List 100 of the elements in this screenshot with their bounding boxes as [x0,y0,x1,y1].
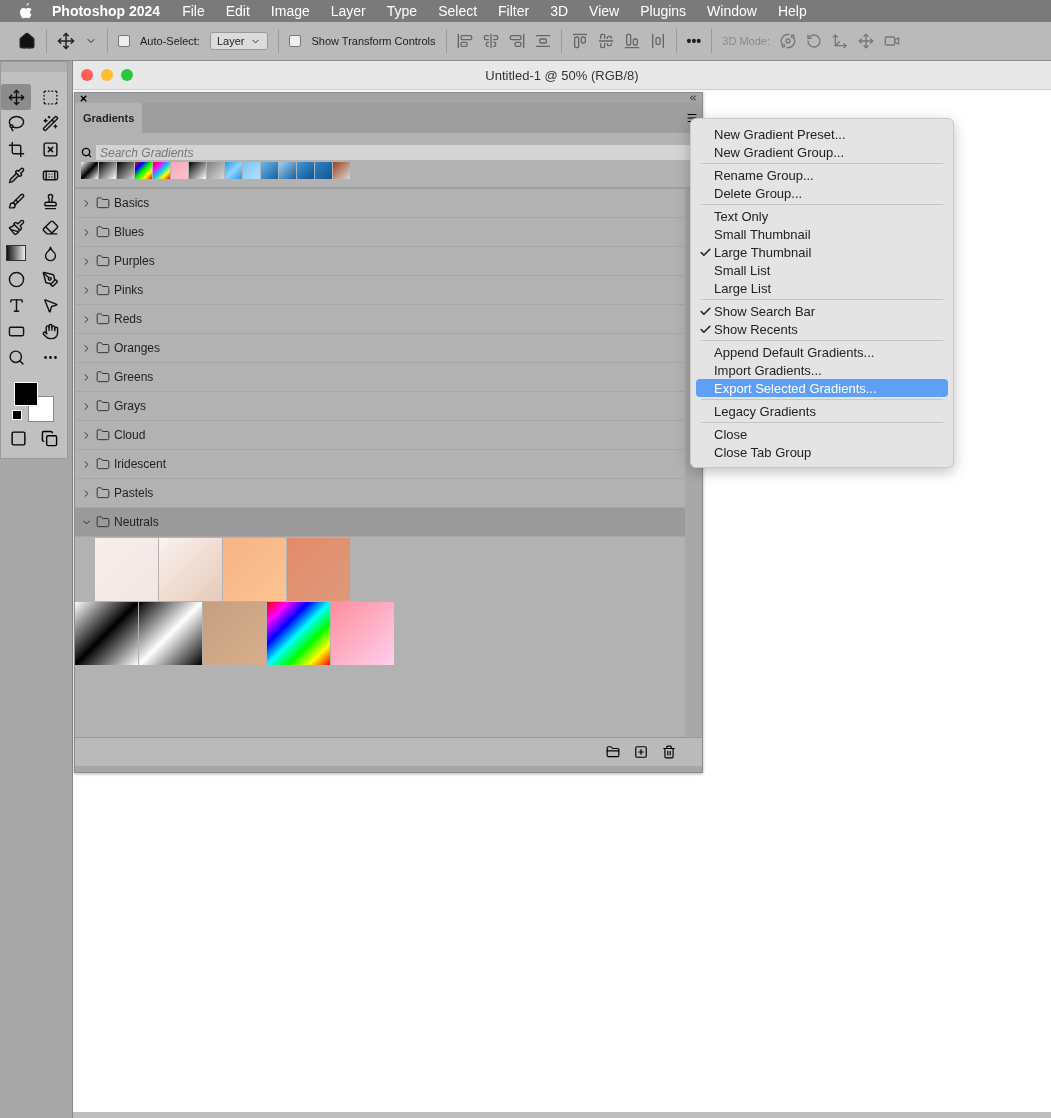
trash-icon[interactable] [662,745,676,759]
menu-item[interactable]: Window [707,3,757,19]
gradient-group[interactable]: Iridescent [75,450,685,479]
gradient-group[interactable]: Grays [75,392,685,421]
lasso-icon[interactable] [7,114,25,132]
menu-item[interactable]: Select [438,3,478,19]
apple-logo-icon[interactable] [18,2,34,20]
gradient-swatch[interactable] [153,162,170,179]
color-swatches-drawing[interactable] [12,380,56,424]
gradient-swatch[interactable] [261,162,278,179]
menu-item[interactable]: Rename Group... [696,166,948,184]
checkbox[interactable] [118,35,130,47]
gradient-group[interactable]: Purples [75,247,685,276]
menu-item[interactable]: Append Default Gradients... [696,343,948,361]
align-icon[interactable] [649,33,666,49]
gradient-thumbnail[interactable] [159,538,222,601]
stamp-icon[interactable] [41,192,59,210]
gradient-thumbnail[interactable] [223,538,286,601]
gradient-group[interactable]: Greens [75,363,685,392]
gradient-thumbnail[interactable] [287,538,350,601]
menu-item[interactable]: Close Tab Group [696,443,948,461]
gradient-swatch[interactable] [297,162,314,179]
gradient-swatch[interactable] [243,162,260,179]
menu-item[interactable]: Layer [330,3,366,19]
gradient-thumbnail[interactable] [267,602,330,665]
new-gradient-icon[interactable] [634,745,648,759]
gradient-group[interactable]: Neutrals [75,508,685,537]
menu-item[interactable]: Small List [696,261,948,279]
gradient-swatch[interactable] [99,162,116,179]
gradient-swatch[interactable] [117,162,134,179]
gradient-group[interactable]: Oranges [75,334,685,363]
menu-item[interactable]: Edit [225,3,250,19]
collapse-icon[interactable] [688,93,698,103]
gradient-swatch[interactable] [171,162,188,179]
gradient-thumbnail[interactable] [139,602,202,665]
menu-item[interactable]: Large List [696,279,948,297]
gradient-swatch[interactable] [333,162,350,179]
menu-item[interactable]: Legacy Gradients [696,402,948,420]
gradient-group[interactable]: Pinks [75,276,685,305]
gradient-swatch[interactable] [279,162,296,179]
crop-icon[interactable] [7,140,25,158]
align-icon[interactable] [534,33,551,49]
gradient-swatch[interactable] [81,162,98,179]
app-menu[interactable]: Photoshop 2024 [52,3,161,19]
menu-icon[interactable] [686,112,698,124]
zoom-icon[interactable] [7,348,25,366]
menu-item[interactable]: Text Only [696,207,948,225]
quick-mask-icon[interactable] [10,430,27,447]
align-icon[interactable] [623,33,640,49]
move-icon[interactable] [7,88,25,106]
move-icon[interactable] [57,32,75,50]
home-icon[interactable] [18,32,36,50]
menu-item[interactable]: Show Search Bar [696,302,948,320]
layer-dropdown[interactable]: Layer [209,32,269,50]
gradient-thumbnail[interactable] [331,602,394,665]
marquee-icon[interactable] [41,88,59,106]
gradient-thumbnail[interactable] [203,602,266,665]
gradient-group[interactable]: Reds [75,305,685,334]
gradient-swatch[interactable] [189,162,206,179]
align-icon[interactable] [456,33,473,49]
folder-icon[interactable] [606,745,620,759]
menu-item[interactable]: View [589,3,620,19]
close-icon[interactable] [79,93,88,103]
text-icon[interactable] [7,296,25,314]
gradient-swatch[interactable] [207,162,224,179]
more-button[interactable]: ••• [686,33,702,49]
gradient-thumbnail[interactable] [95,538,158,601]
pointer-icon[interactable] [41,296,59,314]
checkbox[interactable] [289,35,302,47]
menu-item[interactable]: Delete Group... [696,184,948,202]
gradient-group[interactable]: Basics [75,189,685,218]
menu-item[interactable]: Import Gradients... [696,361,948,379]
menu-item[interactable]: File [182,3,205,19]
menu-item[interactable]: Show Recents [696,320,948,338]
gradient-thumbnail[interactable] [75,602,138,665]
magic-wand-icon[interactable] [41,114,59,132]
menu-item[interactable]: Filter [498,3,530,19]
gradient-group[interactable]: Cloud [75,421,685,450]
menu-item[interactable]: 3D [550,3,569,19]
gradient-swatch[interactable] [315,162,332,179]
tool-button[interactable] [1,84,31,110]
align-icon[interactable] [571,33,588,49]
pen-icon[interactable] [41,270,59,288]
screen-mode-icon[interactable] [41,430,58,447]
brush-icon[interactable] [7,192,25,210]
eraser-icon[interactable] [41,218,59,236]
menu-item[interactable]: Type [386,3,418,19]
gradient-group[interactable]: Blues [75,218,685,247]
menu-item[interactable]: New Gradient Group... [696,143,948,161]
align-icon[interactable] [597,33,614,49]
menu-item[interactable]: Small Thumbnail [696,225,948,243]
gradient-icon[interactable] [6,245,26,261]
menu-item[interactable]: Image [270,3,310,19]
menu-item[interactable]: Help [777,3,807,19]
align-icon[interactable] [482,33,499,49]
align-icon[interactable] [508,33,525,49]
panel-tab[interactable]: Gradients [75,103,143,133]
eyedropper-icon[interactable] [7,166,25,184]
menu-item[interactable]: Large Thumbnail [696,243,948,261]
gradient-swatch[interactable] [135,162,152,179]
